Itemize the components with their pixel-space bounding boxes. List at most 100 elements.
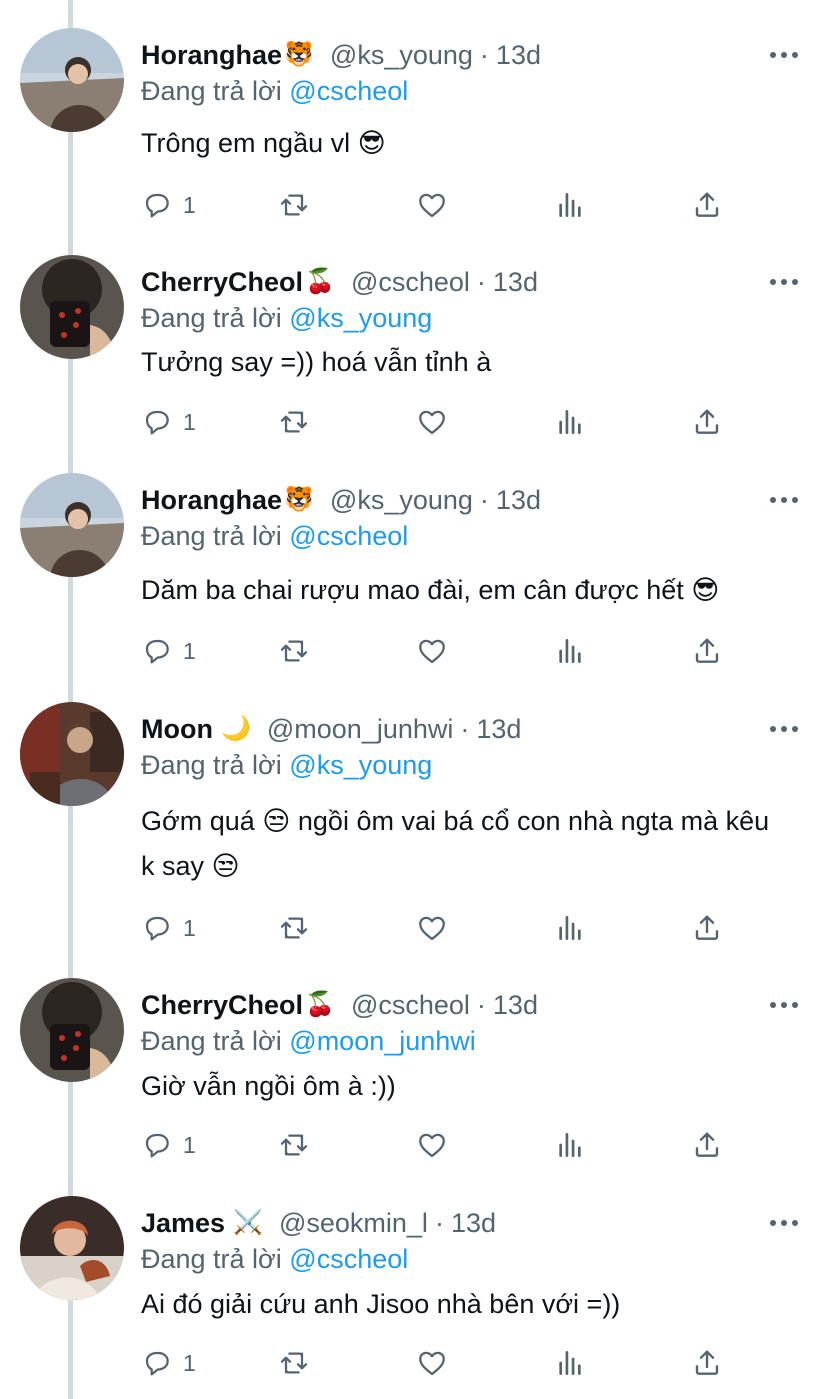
reply-bubble-icon [141,1347,173,1379]
mention-link[interactable]: @ks_young [289,750,432,780]
reply-button[interactable]: 1 [141,908,196,948]
user-handle[interactable]: @cscheol [351,988,470,1022]
reply-count: 1 [183,1131,196,1158]
replying-to-label: Đang trả lời [141,750,282,780]
share-button[interactable] [691,402,723,442]
reply-bubble-icon [141,406,173,438]
like-button[interactable] [416,185,448,225]
reply-button[interactable]: 1 [141,185,196,225]
more-dots-icon[interactable] [770,1000,798,1010]
bar-chart-icon [554,189,586,221]
timestamp[interactable]: 13d [493,265,538,299]
user-handle[interactable]: @seokmin_l [279,1206,428,1240]
heart-icon [416,189,448,221]
replying-to: Đang trả lời @cscheol [141,519,408,553]
separator-dot: · [434,1208,444,1238]
mention-link[interactable]: @ks_young [289,303,432,333]
tweet-header: Horanghae 🐯 @ks_young · 13d [141,38,541,72]
timestamp[interactable]: 13d [496,483,541,517]
tweet[interactable]: CherryCheol 🍒 @cscheol · 13d Đang trả lờ… [0,255,828,455]
reply-button[interactable]: 1 [141,631,196,671]
tweet[interactable]: Horanghae 🐯 @ks_young · 13d Đang trả lời… [0,28,828,238]
share-button[interactable] [691,185,723,225]
display-name[interactable]: CherryCheol [141,265,303,299]
reply-button[interactable]: 1 [141,402,196,442]
avatar[interactable] [20,255,124,359]
stats-button[interactable] [554,402,586,442]
share-button[interactable] [691,1343,723,1383]
display-name[interactable]: Horanghae [141,483,282,517]
mention-link[interactable]: @moon_junhwi [289,1026,476,1056]
tweet[interactable]: James ⚔️ @seokmin_l · 13d Đang trả lời @… [0,1196,828,1396]
retweet-button[interactable] [278,908,310,948]
display-name[interactable]: Horanghae [141,38,282,72]
share-icon [691,406,723,438]
share-icon [691,1347,723,1379]
like-button[interactable] [416,1343,448,1383]
more-dots-icon[interactable] [770,495,798,505]
timestamp[interactable]: 13d [493,988,538,1022]
timestamp[interactable]: 13d [451,1206,496,1240]
heart-icon [416,635,448,667]
display-name[interactable]: Moon [141,712,213,746]
avatar[interactable] [20,1196,124,1300]
replying-to: Đang trả lời @cscheol [141,74,408,108]
like-button[interactable] [416,402,448,442]
timestamp[interactable]: 13d [496,38,541,72]
user-handle[interactable]: @ks_young [330,38,473,72]
avatar[interactable] [20,978,124,1082]
share-icon [691,1129,723,1161]
timestamp[interactable]: 13d [476,712,521,746]
tweet[interactable]: Moon 🌙 @moon_junhwi · 13d Đang trả lời @… [0,702,828,962]
stats-button[interactable] [554,1343,586,1383]
replying-to-label: Đang trả lời [141,1244,282,1274]
more-dots-icon[interactable] [770,724,798,734]
retweet-button[interactable] [278,631,310,671]
replying-to: Đang trả lời @ks_young [141,748,432,782]
stats-button[interactable] [554,1125,586,1165]
share-button[interactable] [691,631,723,671]
avatar[interactable] [20,473,124,577]
retweet-button[interactable] [278,1343,310,1383]
reply-button[interactable]: 1 [141,1343,196,1383]
like-button[interactable] [416,631,448,671]
more-dots-icon[interactable] [770,1218,798,1228]
replying-to-label: Đang trả lời [141,1026,282,1056]
more-dots-icon[interactable] [770,50,798,60]
reply-button[interactable]: 1 [141,1125,196,1165]
like-button[interactable] [416,1125,448,1165]
tweet-header: Horanghae 🐯 @ks_young · 13d [141,483,541,517]
replying-to: Đang trả lời @ks_young [141,301,432,335]
share-button[interactable] [691,908,723,948]
like-button[interactable] [416,908,448,948]
retweet-button[interactable] [278,1125,310,1165]
stats-button[interactable] [554,908,586,948]
avatar[interactable] [20,28,124,132]
user-handle[interactable]: @cscheol [351,265,470,299]
reply-count: 1 [183,191,196,218]
action-bar: 1 [141,908,741,948]
share-button[interactable] [691,1125,723,1165]
avatar[interactable] [20,702,124,806]
mention-link[interactable]: @cscheol [289,76,408,106]
tweet-text: Ai đó giải cứu anh Jisoo nhà bên với =)) [141,1289,621,1319]
mention-link[interactable]: @cscheol [289,521,408,551]
retweet-button[interactable] [278,185,310,225]
tweet[interactable]: Horanghae 🐯 @ks_young · 13d Đang trả lời… [0,473,828,683]
display-name[interactable]: CherryCheol [141,988,303,1022]
name-emoji: 🌙 [220,715,251,742]
mention-link[interactable]: @cscheol [289,1244,408,1274]
retweet-icon [278,189,310,221]
user-handle[interactable]: @moon_junhwi [267,712,454,746]
user-handle[interactable]: @ks_young [330,483,473,517]
tweet-text: Trông em ngầu vl 😎 [141,128,386,158]
tweet[interactable]: CherryCheol 🍒 @cscheol · 13d Đang trả lờ… [0,978,828,1178]
retweet-button[interactable] [278,402,310,442]
stats-button[interactable] [554,631,586,671]
stats-button[interactable] [554,185,586,225]
more-dots-icon[interactable] [770,277,798,287]
heart-icon [416,1347,448,1379]
replying-to: Đang trả lời @moon_junhwi [141,1024,476,1058]
share-icon [691,189,723,221]
display-name[interactable]: James [141,1206,225,1240]
